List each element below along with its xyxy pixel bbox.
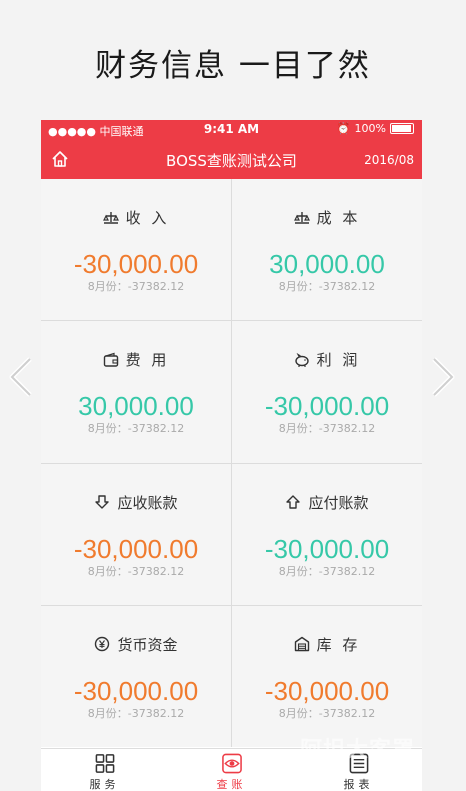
- nav-bar: BOSS查账测试公司 2016/08: [41, 142, 422, 179]
- alarm-icon: ⏰: [336, 122, 351, 135]
- battery-percent: 100%: [354, 122, 386, 135]
- card-value: -30,000.00: [264, 533, 390, 564]
- scale-icon: [293, 211, 310, 224]
- yen-coin-icon: [95, 637, 110, 652]
- card-header: 库 存: [232, 634, 422, 655]
- card-cash[interactable]: 货币资金 -30,000.00 8月份：-37382.12: [41, 605, 231, 747]
- card-value: -30,000.00: [264, 675, 390, 706]
- wallet-icon: [103, 352, 118, 367]
- card-value: -30,000.00: [73, 675, 199, 706]
- card-header: 应付账款: [232, 492, 422, 513]
- card-label: 利 润: [316, 351, 361, 370]
- card-income[interactable]: 收 入 -30,000.00 8月份：-37382.12: [41, 179, 231, 321]
- card-profit[interactable]: 利 润 -30,000.00 8月份：-37382.12: [232, 321, 422, 463]
- phone-screen: ●●●●● 中国联通 9:41 AM ⏰ 100% BOSS查账测试公司 201…: [41, 120, 422, 791]
- card-header: 费 用: [41, 349, 231, 370]
- card-sub: 8月份：-37382.12: [87, 422, 185, 436]
- card-sub: 8月份：-37382.12: [278, 706, 376, 720]
- status-bar: ●●●●● 中国联通 9:41 AM ⏰ 100%: [41, 120, 422, 140]
- card-sub: 8月份：-37382.12: [87, 706, 185, 720]
- finance-grid: 收 入 -30,000.00 8月份：-37382.12 成 本 30,000.…: [41, 179, 422, 747]
- warehouse-icon: [294, 637, 309, 652]
- card-header: 成 本: [232, 207, 422, 228]
- card-sub: 8月份：-37382.12: [87, 280, 185, 293]
- card-value: 30,000.00: [78, 391, 194, 422]
- eye-icon: [221, 753, 242, 774]
- card-payable[interactable]: 应付账款 -30,000.00 8月份：-37382.12: [232, 463, 422, 605]
- app-header: ●●●●● 中国联通 9:41 AM ⏰ 100% BOSS查账测试公司 201…: [41, 120, 422, 179]
- card-label: 货币资金: [117, 635, 178, 654]
- card-value: -30,000.00: [73, 249, 199, 279]
- card-cost[interactable]: 成 本 30,000.00 8月份：-37382.12: [232, 179, 422, 321]
- card-label: 成 本: [316, 209, 361, 227]
- card-header: 货币资金: [41, 634, 231, 655]
- card-label: 库 存: [316, 635, 361, 654]
- tab-label: 服务: [89, 778, 120, 791]
- card-expense[interactable]: 费 用 30,000.00 8月份：-37382.12: [41, 321, 231, 463]
- card-header: 收 入: [41, 207, 231, 228]
- piggy-bank-icon: [294, 352, 309, 367]
- battery-icon: [390, 123, 414, 134]
- grid-icon: [95, 754, 114, 773]
- card-sub: 8月份：-37382.12: [278, 564, 376, 578]
- card-sub: 8月份：-37382.12: [87, 564, 185, 578]
- tab-service[interactable]: 服务: [41, 749, 168, 791]
- arrow-up-icon: [286, 495, 301, 509]
- tab-label: 报表: [343, 778, 374, 791]
- arrow-down-icon: [95, 495, 110, 509]
- tab-audit[interactable]: 查账: [168, 749, 295, 791]
- card-header: 利 润: [232, 349, 422, 370]
- scale-icon: [102, 211, 119, 224]
- card-header: 应收账款: [41, 492, 231, 513]
- card-value: -30,000.00: [264, 391, 390, 422]
- card-value: -30,000.00: [73, 533, 199, 564]
- card-label: 应付账款: [308, 493, 369, 512]
- previous-arrow-icon[interactable]: [6, 355, 36, 399]
- tab-label: 查账: [216, 778, 247, 791]
- watermark: 阿坦大客罩: [300, 738, 416, 763]
- period-date[interactable]: 2016/08: [364, 153, 414, 167]
- card-sub: 8月份：-37382.12: [278, 422, 376, 436]
- card-label: 收 入: [125, 209, 170, 227]
- card-inventory[interactable]: 库 存 -30,000.00 8月份：-37382.12: [232, 605, 422, 747]
- card-receivable[interactable]: 应收账款 -30,000.00 8月份：-37382.12: [41, 463, 231, 605]
- card-sub: 8月份：-37382.12: [278, 280, 376, 293]
- card-label: 费 用: [125, 351, 170, 370]
- card-label: 应收账款: [117, 493, 178, 512]
- card-value: 30,000.00: [269, 249, 385, 279]
- promo-title: 财务信息 一目了然: [95, 48, 371, 84]
- next-arrow-icon[interactable]: [428, 355, 458, 399]
- status-right: ⏰ 100%: [337, 122, 414, 135]
